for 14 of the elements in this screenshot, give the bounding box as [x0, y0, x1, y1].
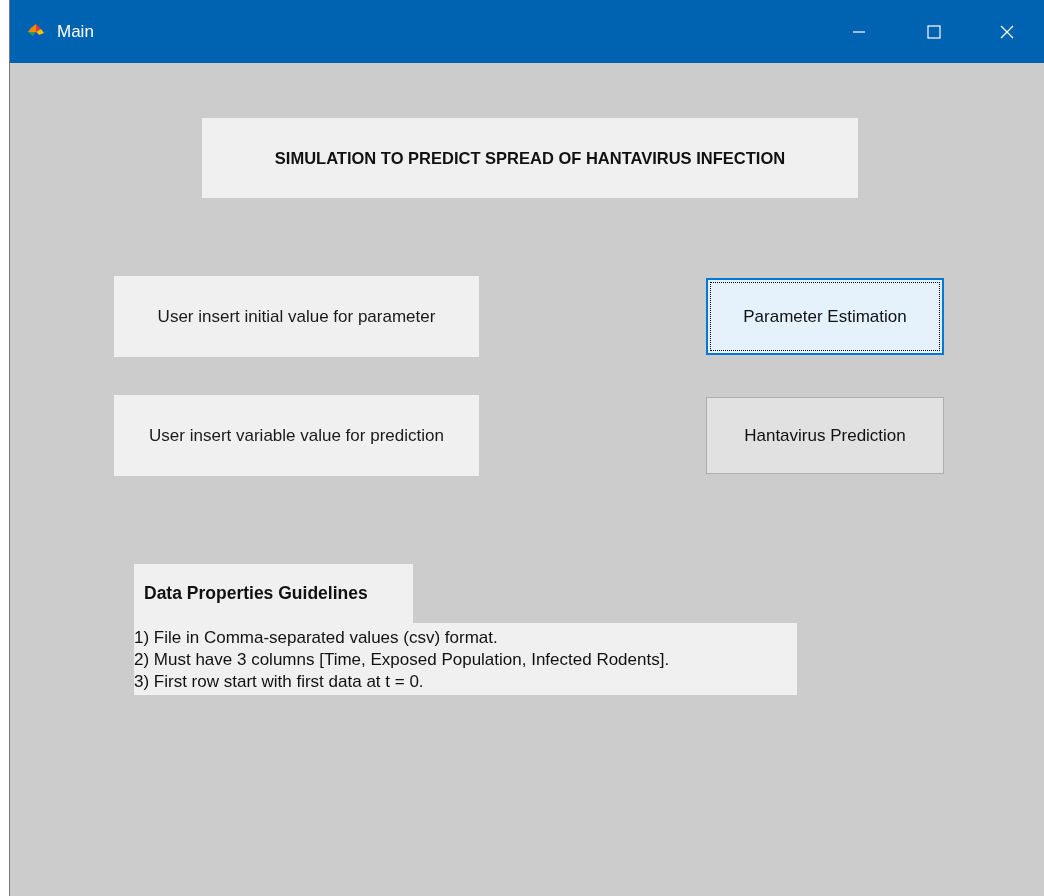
close-icon [999, 23, 1015, 40]
guideline-text: 3) First row start with first data at t = 0. [134, 671, 425, 693]
guideline-text: 1) File in Comma-separated values (csv) format. [134, 627, 499, 649]
estimation-button[interactable]: Parameter Estimation [706, 278, 944, 355]
window-title: Main [57, 21, 94, 42]
heading-label: SIMULATION TO PREDICT SPREAD OF HANTAVIRUS INFECTION [202, 118, 858, 198]
maximize-icon [925, 23, 942, 40]
instruction-label: User insert initial value for parameter [114, 276, 479, 357]
prediction-button[interactable]: Hantavirus Prediction [706, 397, 944, 474]
minimize-icon [852, 30, 865, 33]
instruction-label: User insert variable value for prediction [114, 395, 479, 476]
guideline-text: 2) Must have 3 columns [Time, Exposed Population, Infected Rodents]. [134, 649, 671, 671]
app-icon [27, 22, 45, 41]
guidelines-title: Data Properties Guidelines [134, 564, 413, 623]
